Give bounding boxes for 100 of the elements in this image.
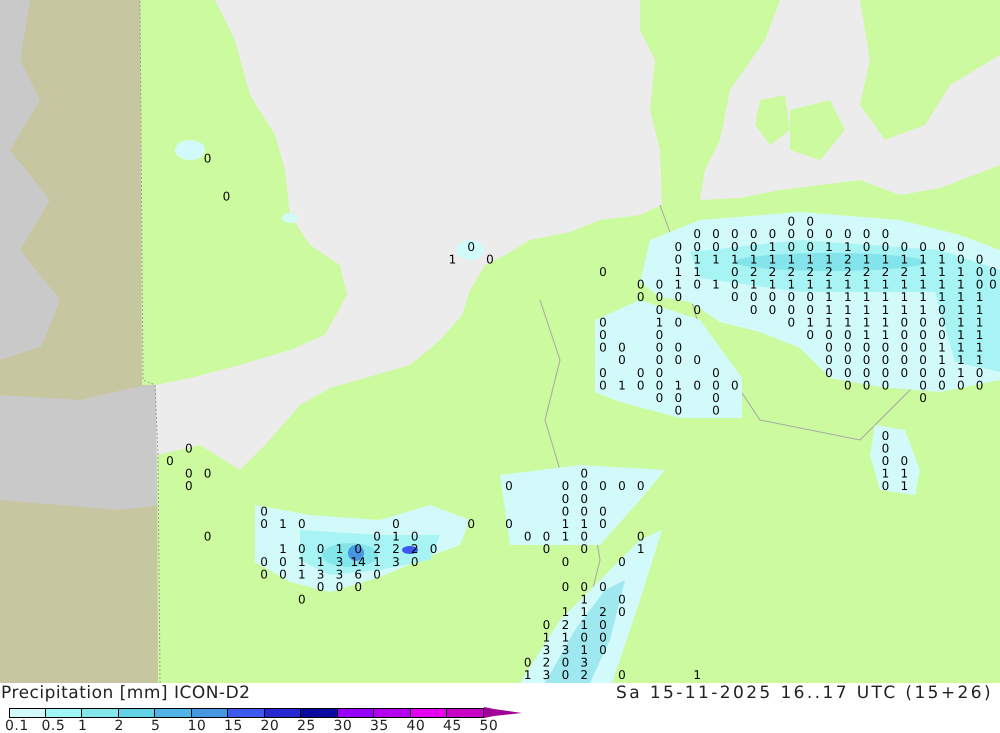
value-label: 0 bbox=[599, 366, 607, 380]
value-label: 0 bbox=[787, 315, 796, 330]
value-label: 0 bbox=[750, 302, 758, 317]
value-label: 0 bbox=[674, 240, 682, 254]
value-label: 0 bbox=[674, 315, 682, 330]
value-label: 1 bbox=[900, 290, 908, 304]
value-label: 1 bbox=[976, 340, 984, 355]
value-label: 0 bbox=[882, 340, 890, 355]
scale-tick-label: 1 bbox=[78, 719, 88, 733]
value-label: 0 bbox=[750, 240, 758, 254]
value-label: 0 bbox=[730, 265, 739, 279]
value-label: 0 bbox=[806, 214, 814, 229]
value-label: 1 bbox=[938, 340, 946, 355]
value-label: 0 bbox=[938, 378, 946, 392]
value-label: 0 bbox=[956, 378, 965, 392]
scale-tick-label: 50 bbox=[480, 719, 500, 733]
value-label: 0 bbox=[580, 530, 588, 544]
value-label: 1 bbox=[938, 353, 946, 368]
value-label: 0 bbox=[467, 517, 476, 531]
value-label: 1 bbox=[693, 265, 702, 279]
value-label: 0 bbox=[260, 517, 268, 531]
value-label: 1 bbox=[636, 542, 645, 556]
value-label: 0 bbox=[316, 580, 324, 594]
value-label: 2 bbox=[882, 265, 890, 279]
value-label: 0 bbox=[636, 378, 645, 392]
value-label: 3 bbox=[336, 554, 344, 569]
value-label: 0 bbox=[636, 479, 645, 494]
value-label: 0 bbox=[562, 656, 570, 670]
value-label: 0 bbox=[618, 605, 626, 620]
value-label: 2 bbox=[844, 265, 852, 279]
value-label: 1 bbox=[279, 542, 287, 556]
value-label: 1 bbox=[976, 315, 984, 330]
value-label: 0 bbox=[580, 504, 588, 518]
value-label: 0 bbox=[956, 240, 965, 254]
value-label: 0 bbox=[599, 315, 607, 330]
value-label: 1 bbox=[580, 517, 588, 531]
value-label: 0 bbox=[882, 441, 890, 456]
value-label: 1 bbox=[919, 302, 927, 317]
value-label: 0 bbox=[486, 252, 494, 266]
value-label: 0 bbox=[900, 454, 908, 468]
value-label: 0 bbox=[674, 290, 682, 304]
value-label: 0 bbox=[900, 328, 908, 342]
value-label: 1 bbox=[787, 252, 796, 266]
value-label: 1 bbox=[618, 378, 626, 392]
value-label: 0 bbox=[693, 278, 702, 292]
value-label: 0 bbox=[298, 517, 306, 531]
value-label: 1 bbox=[674, 265, 682, 279]
value-label: 0 bbox=[580, 492, 588, 506]
value-label: 0 bbox=[750, 290, 758, 304]
value-label: 1 bbox=[825, 278, 833, 292]
value-label: 3 bbox=[562, 643, 570, 657]
value-label: 0 bbox=[768, 227, 776, 242]
value-label: 0 bbox=[862, 340, 870, 355]
value-label: 0 bbox=[882, 454, 890, 468]
value-label: 0 bbox=[730, 240, 739, 254]
value-label: 0 bbox=[542, 618, 550, 632]
value-label: 0 bbox=[204, 466, 212, 481]
value-label: 1 bbox=[862, 302, 870, 317]
value-label: 0 bbox=[618, 353, 626, 368]
value-label: 0 bbox=[599, 643, 607, 657]
value-label: 0 bbox=[599, 504, 607, 518]
value-label: 0 bbox=[656, 353, 664, 368]
value-label: 1 bbox=[768, 252, 776, 266]
value-label: 0 bbox=[806, 302, 814, 317]
value-label: 0 bbox=[938, 302, 946, 317]
scale-tick-label: 2 bbox=[114, 719, 125, 733]
value-label: 0 bbox=[392, 517, 400, 531]
value-label: 0 bbox=[618, 592, 626, 607]
value-label: 1 bbox=[900, 466, 908, 481]
value-label: 1 bbox=[882, 278, 890, 292]
value-label: 1 bbox=[919, 278, 927, 292]
value-label: 0 bbox=[298, 592, 306, 607]
value-label: 0 bbox=[693, 378, 702, 392]
value-label: 1 bbox=[279, 517, 287, 531]
value-label: 0 bbox=[562, 479, 570, 494]
value-label: 1 bbox=[919, 265, 927, 279]
scale-tick-label: 5 bbox=[151, 719, 162, 733]
value-label: 0 bbox=[712, 404, 720, 418]
value-label: 1 bbox=[956, 353, 965, 368]
value-label: 0 bbox=[222, 189, 230, 204]
value-label: 0 bbox=[373, 530, 381, 544]
value-label: 0 bbox=[562, 504, 570, 518]
value-label: 0 bbox=[919, 328, 927, 342]
value-label: 1 bbox=[542, 630, 550, 644]
value-label: 0 bbox=[882, 378, 890, 392]
value-label: 2 bbox=[787, 265, 796, 279]
value-label: 0 bbox=[787, 214, 796, 229]
value-label: 3 bbox=[542, 643, 550, 657]
value-label: 0 bbox=[693, 353, 702, 368]
value-label: 0 bbox=[580, 630, 588, 644]
value-label: 0 bbox=[730, 278, 739, 292]
value-label: 0 bbox=[505, 479, 513, 494]
value-label: 1 bbox=[750, 252, 758, 266]
value-label: 1 bbox=[882, 315, 890, 330]
value-label: 0 bbox=[410, 554, 419, 569]
value-label: 0 bbox=[882, 366, 890, 380]
value-label: 0 bbox=[712, 240, 720, 254]
value-label: 0 bbox=[862, 227, 870, 242]
value-label: 0 bbox=[636, 530, 645, 544]
value-label: 0 bbox=[919, 240, 927, 254]
